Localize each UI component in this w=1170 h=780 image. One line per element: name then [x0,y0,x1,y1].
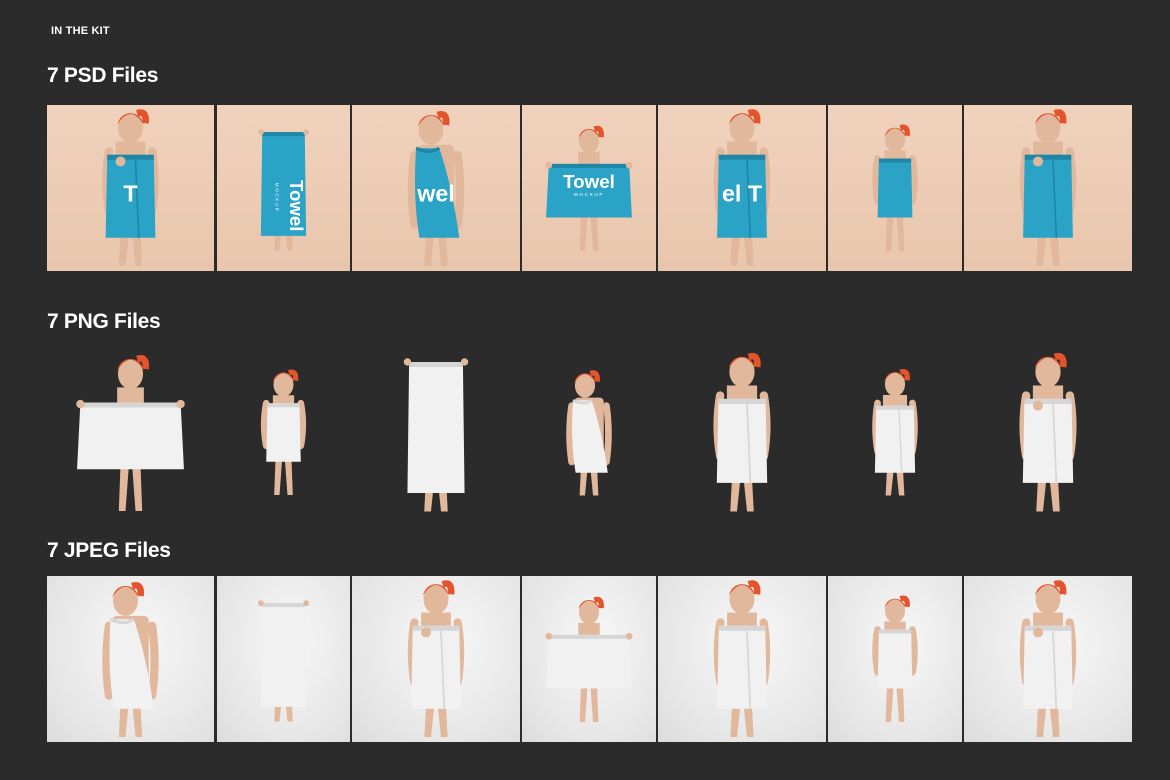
jpg-mockup-preview [964,576,1132,742]
jpg-mockup-preview [217,576,350,742]
psd-mockup-preview: wel [352,105,520,271]
jpg-mockup-preview [47,576,214,742]
psd-mockup-preview: T [47,105,214,271]
towel-print-text: Towel [286,180,307,231]
psd-mockup-preview: Towel MOCKUP [522,105,656,271]
section-title-jpeg: 7 JPEG Files [47,539,171,562]
png-mockup-preview [964,340,1132,525]
towel-print-text: Towel [563,171,615,192]
psd-mockup-preview [964,105,1132,271]
png-mockup-preview [522,340,656,525]
png-mockup-preview [352,340,520,525]
png-mockup-preview [47,340,214,525]
png-mockup-preview [828,340,962,525]
kit-label: IN THE KIT [51,25,110,37]
towel-print-text: T [123,180,137,206]
png-mockup-preview [217,340,350,525]
jpg-mockup-preview [658,576,826,742]
psd-mockup-preview: el T [658,105,826,271]
towel-print-subtext: MOCKUP [574,192,604,197]
psd-mockup-preview [828,105,962,271]
section-title-psd: 7 PSD Files [47,64,159,87]
towel-print-subtext: MOCKUP [275,183,280,213]
psd-mockup-preview: Towel MOCKUP [217,105,350,271]
towel-print-text: wel [416,180,454,206]
section-title-png: 7 PNG Files [47,310,161,333]
jpg-mockup-preview [522,576,656,742]
jpg-mockup-preview [828,576,962,742]
jpg-mockup-preview [352,576,520,742]
towel-print-text: el T [722,180,762,206]
png-mockup-preview [658,340,826,525]
